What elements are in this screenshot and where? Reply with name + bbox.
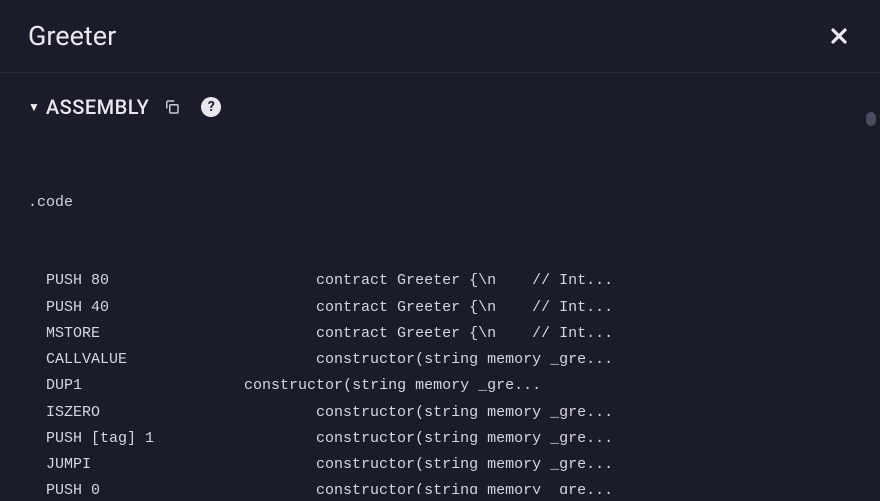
- code-line: PUSH [tag] 1 constructor(string memory _…: [28, 426, 852, 452]
- opcode: PUSH 0: [46, 478, 316, 494]
- assembly-code: .code PUSH 80 contract Greeter {\n // In…: [28, 137, 852, 494]
- code-line: MSTORE contract Greeter {\n // Int...: [28, 321, 852, 347]
- modal-header: Greeter: [0, 0, 880, 73]
- code-header-line: .code: [28, 190, 852, 216]
- modal-body: ▼ ASSEMBLY ? .code PUSH 80 contract Gree…: [0, 73, 880, 494]
- source-mapping: constructor(string memory _gre...: [316, 347, 613, 373]
- source-mapping: constructor(string memory _gre...: [316, 426, 613, 452]
- opcode: MSTORE: [46, 321, 316, 347]
- code-line: ISZERO constructor(string memory _gre...: [28, 400, 852, 426]
- scrollbar-thumb[interactable]: [866, 112, 876, 126]
- help-button[interactable]: ?: [201, 97, 221, 117]
- source-mapping: contract Greeter {\n // Int...: [316, 268, 613, 294]
- source-mapping: constructor(string memory _gre...: [244, 373, 541, 399]
- opcode: PUSH [tag] 1: [46, 426, 316, 452]
- code-line: CALLVALUE constructor(string memory _gre…: [28, 347, 852, 373]
- opcode: ISZERO: [46, 400, 316, 426]
- assembly-toggle[interactable]: ▼ ASSEMBLY: [28, 95, 149, 119]
- code-line: PUSH 40 contract Greeter {\n // Int...: [28, 295, 852, 321]
- code-line: JUMPI constructor(string memory _gre...: [28, 452, 852, 478]
- source-mapping: contract Greeter {\n // Int...: [316, 321, 613, 347]
- section-label: ASSEMBLY: [46, 95, 149, 119]
- modal-title: Greeter: [28, 20, 116, 52]
- source-mapping: constructor(string memory _gre...: [316, 452, 613, 478]
- question-icon: ?: [208, 99, 215, 115]
- opcode: PUSH 80: [46, 268, 316, 294]
- copy-button[interactable]: [163, 98, 181, 116]
- section-header: ▼ ASSEMBLY ?: [28, 95, 852, 119]
- opcode: CALLVALUE: [46, 347, 316, 373]
- code-line: DUP1 constructor(string memory _gre...: [28, 373, 852, 399]
- source-mapping: constructor(string memory _gre...: [316, 400, 613, 426]
- source-mapping: constructor(string memory _gre...: [316, 478, 613, 494]
- copy-icon: [163, 98, 181, 116]
- opcode: PUSH 40: [46, 295, 316, 321]
- caret-down-icon: ▼: [28, 100, 40, 114]
- close-button[interactable]: [826, 23, 852, 49]
- opcode: DUP1: [46, 373, 244, 399]
- source-mapping: contract Greeter {\n // Int...: [316, 295, 613, 321]
- opcode: JUMPI: [46, 452, 316, 478]
- close-icon: [830, 27, 848, 45]
- code-line: PUSH 80 contract Greeter {\n // Int...: [28, 268, 852, 294]
- code-line: PUSH 0 constructor(string memory _gre...: [28, 478, 852, 494]
